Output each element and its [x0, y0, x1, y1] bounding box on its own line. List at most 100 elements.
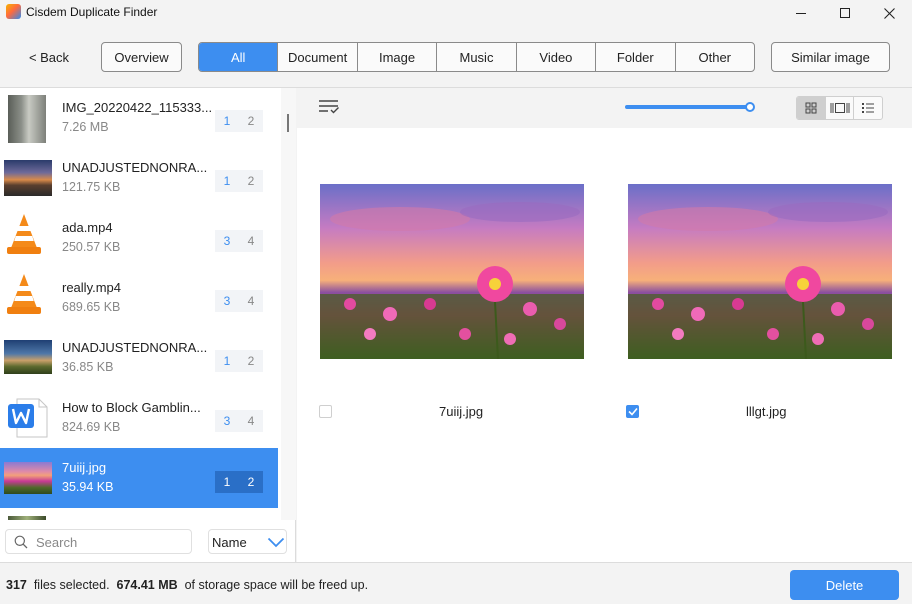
tab-video[interactable]: Video — [515, 43, 595, 71]
app-logo-icon — [6, 4, 21, 19]
chevron-down-icon — [267, 537, 285, 548]
duplicate-count-a: 3 — [215, 230, 239, 252]
preview-image[interactable] — [320, 184, 584, 359]
zoom-slider-track[interactable] — [625, 105, 751, 109]
list-item[interactable]: UNADJUSTEDNONRA... 121.75 KB 1 2 — [0, 148, 278, 208]
filmstrip-view-button[interactable] — [824, 97, 854, 119]
title-bar: Cisdem Duplicate Finder — [0, 0, 912, 26]
category-tabs: All Document Image Music Video Folder Ot… — [198, 42, 755, 72]
duplicate-count-b: 2 — [239, 350, 263, 372]
zoom-slider-handle[interactable] — [745, 102, 755, 112]
file-list-scrollbar[interactable] — [281, 88, 296, 520]
preview-file-name: lllgt.jpg — [746, 404, 787, 419]
tab-document[interactable]: Document — [277, 43, 356, 71]
window-title: Cisdem Duplicate Finder — [26, 5, 158, 19]
sort-select[interactable]: Name — [208, 529, 287, 554]
list-item[interactable] — [0, 508, 278, 520]
file-name: 7uiij.jpg — [62, 460, 107, 475]
list-item[interactable]: ada.mp4 250.57 KB 3 4 — [0, 208, 278, 268]
grid-view-button[interactable] — [797, 97, 825, 119]
file-name: UNADJUSTEDNONRA... — [62, 340, 208, 355]
list-item[interactable]: really.mp4 689.65 KB 3 4 — [0, 268, 278, 328]
preview-panel: 7uiij.jpg lllgt.jpg — [297, 88, 912, 562]
search-icon — [14, 535, 28, 549]
duplicate-count-a: 1 — [215, 471, 239, 493]
close-icon — [883, 7, 895, 19]
duplicate-count-a: 1 — [215, 350, 239, 372]
overview-button[interactable]: Overview — [101, 42, 182, 72]
photo-icon — [4, 340, 52, 374]
tab-folder[interactable]: Folder — [595, 43, 674, 71]
maximize-icon — [840, 8, 850, 18]
similar-image-button[interactable]: Similar image — [771, 42, 890, 72]
duplicate-count-a: 3 — [215, 410, 239, 432]
duplicate-count-b: 4 — [239, 230, 263, 252]
tab-music[interactable]: Music — [436, 43, 515, 71]
tab-other[interactable]: Other — [674, 43, 754, 71]
list-item[interactable]: How to Block Gamblin... 824.69 KB 3 4 — [0, 388, 278, 448]
sort-options-icon[interactable] — [318, 99, 340, 115]
duplicate-count-a: 1 — [215, 110, 239, 132]
file-size: 824.69 KB — [62, 420, 121, 434]
flower-field-photo — [628, 184, 892, 359]
grid-view-icon — [805, 102, 817, 114]
file-name: really.mp4 — [62, 280, 122, 295]
list-item[interactable]: UNADJUSTEDNONRA... 36.85 KB 1 2 — [0, 328, 278, 388]
selection-summary: 317 files selected. 674.41 MB of storage… — [6, 578, 368, 592]
file-list: IMG_20220422_115333... 7.26 MB 1 2 UNADJ… — [0, 88, 280, 520]
list-item[interactable]: 7uiij.jpg 35.94 KB 1 2 — [0, 448, 278, 508]
preview-image[interactable] — [628, 184, 892, 359]
minimize-icon — [796, 12, 806, 14]
file-size: 7.26 MB — [62, 120, 109, 134]
file-list-panel: IMG_20220422_115333... 7.26 MB 1 2 UNADJ… — [0, 88, 296, 562]
tab-image[interactable]: Image — [356, 43, 436, 71]
preview-file-name: 7uiij.jpg — [439, 404, 484, 419]
preview-toolbar — [297, 88, 912, 128]
file-size: 250.57 KB — [62, 240, 121, 254]
filmstrip-view-icon — [830, 103, 849, 113]
file-name: ada.mp4 — [62, 220, 113, 235]
tab-all[interactable]: All — [199, 43, 278, 71]
duplicate-count-b: 2 — [239, 110, 263, 132]
maximize-button[interactable] — [822, 0, 868, 26]
file-name: IMG_20220422_115333... — [62, 100, 212, 115]
file-size: 121.75 KB — [62, 180, 121, 194]
duplicate-count-a: 3 — [215, 290, 239, 312]
select-checkbox[interactable] — [319, 405, 332, 418]
search-input[interactable] — [36, 532, 186, 552]
freed-space: 674.41 MB — [116, 578, 178, 592]
file-size: 35.94 KB — [62, 480, 114, 494]
scrollbar-thumb[interactable] — [287, 114, 289, 132]
list-item[interactable]: IMG_20220422_115333... 7.26 MB 1 2 — [0, 88, 278, 148]
file-name: UNADJUSTEDNONRA... — [62, 160, 208, 175]
sort-selected-value: Name — [212, 535, 247, 550]
checkmark-icon — [627, 407, 638, 416]
selected-count: 317 — [6, 578, 27, 592]
selected-count-label: files selected. — [33, 578, 110, 592]
file-name: How to Block Gamblin... — [62, 400, 201, 415]
view-mode-switcher — [796, 96, 883, 120]
photo-icon — [8, 516, 46, 520]
list-view-button[interactable] — [853, 97, 882, 119]
duplicate-count-b: 4 — [239, 410, 263, 432]
minimize-button[interactable] — [778, 0, 824, 26]
delete-button[interactable]: Delete — [790, 570, 899, 600]
file-size: 689.65 KB — [62, 300, 121, 314]
vlc-icon — [7, 214, 41, 254]
photo-icon — [8, 95, 46, 143]
duplicate-count-a: 1 — [215, 170, 239, 192]
vlc-icon — [7, 274, 41, 314]
list-view-icon — [862, 103, 875, 113]
toolbar: < Back Overview All Document Image Music… — [0, 26, 912, 88]
photo-icon — [4, 462, 52, 494]
file-size: 36.85 KB — [62, 360, 114, 374]
search-box — [5, 529, 192, 554]
back-button[interactable]: < Back — [18, 42, 80, 72]
duplicate-count-b: 2 — [239, 471, 263, 493]
word-doc-icon — [8, 398, 48, 438]
select-checkbox[interactable] — [626, 405, 639, 418]
photo-icon — [4, 160, 52, 196]
duplicate-count-b: 2 — [239, 170, 263, 192]
status-bar: 317 files selected. 674.41 MB of storage… — [0, 562, 912, 604]
close-button[interactable] — [866, 0, 912, 26]
